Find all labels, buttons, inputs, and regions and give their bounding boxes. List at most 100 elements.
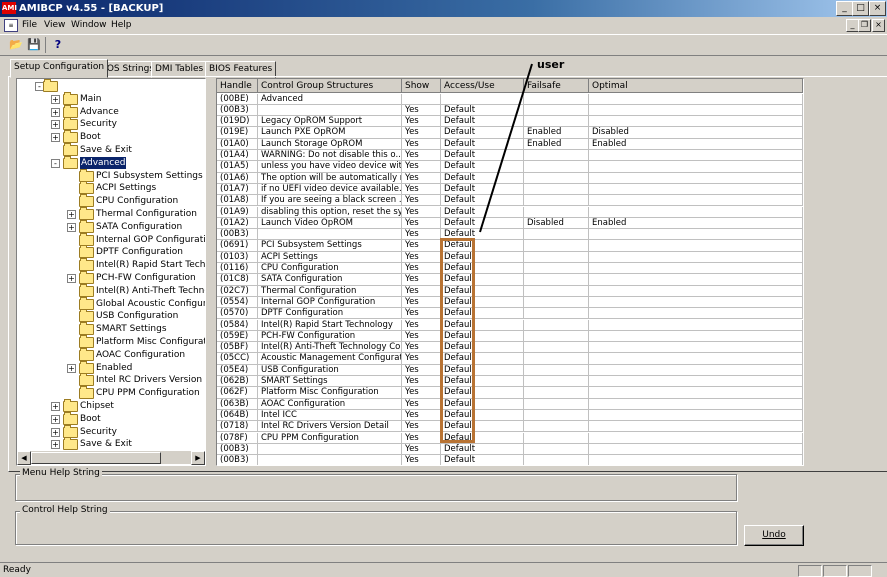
table-cell[interactable]: Yes [402,364,441,376]
table-cell[interactable] [524,455,589,465]
table-cell[interactable] [524,376,589,388]
tree-item[interactable]: CPU Configuration [17,194,205,208]
table-cell[interactable] [589,229,803,241]
table-row[interactable]: (0584) Intel(R) Rapid Start Technology Yes… [217,319,803,331]
menu-tree[interactable]: - + Main + Advance + Security + Boot Save & Exit -… [16,78,206,466]
table-row[interactable]: (0570) DPTF Configuration Yes Default [217,308,803,320]
tree-item[interactable]: Platform Misc Configuration [17,335,205,349]
table-cell[interactable] [589,161,803,173]
expand-icon[interactable]: + [51,94,60,104]
table-row[interactable]: (078F) CPU PPM Configuration Yes Default [217,432,803,444]
minimize-icon[interactable]: _ [836,1,853,16]
mdi-close-icon[interactable]: × [872,19,885,32]
table-cell[interactable]: Yes [402,330,441,343]
table-cell[interactable]: Yes [402,296,441,309]
table-cell[interactable]: Yes [402,308,441,320]
help-question-icon[interactable]: ? [50,37,66,53]
column-header[interactable]: Show [402,79,441,93]
table-row[interactable]: (05E4) USB Configuration Yes Default [217,364,803,376]
table-cell[interactable]: Disabled [589,127,803,139]
document-icon[interactable]: ≡ [4,19,18,32]
tree-item[interactable]: + Main [17,91,205,106]
tree-item[interactable]: + Security [17,117,205,131]
table-cell[interactable] [524,319,589,331]
expand-icon[interactable]: + [51,414,60,424]
table-cell[interactable] [589,421,803,433]
table-cell[interactable]: Enabled [589,138,803,150]
table-cell[interactable] [524,398,589,410]
table-cell[interactable] [524,421,589,433]
table-cell[interactable]: Yes [402,421,441,433]
table-row[interactable]: (0116) CPU Configuration Yes Default [217,263,803,275]
table-row[interactable]: (02C7) Thermal Configuration Yes Default [217,285,803,297]
table-row[interactable]: (0718) Intel RC Drivers Version Detail Yes… [217,421,803,433]
table-cell[interactable] [589,455,803,465]
tree-item[interactable]: Intel RC Drivers Version Detail [17,373,205,387]
table-cell[interactable]: Yes [402,127,441,139]
tree-item[interactable]: Intel(R) Rapid Start Technology [17,258,205,272]
tree-item[interactable]: + Security [17,424,205,439]
table-cell[interactable] [589,274,803,286]
table-cell[interactable] [589,330,803,343]
table-cell[interactable] [524,330,589,343]
tree-item[interactable]: + Chipset [17,399,205,413]
table-cell[interactable]: Default [441,443,524,456]
save-disk-icon[interactable]: 💾 [26,37,42,53]
table-cell[interactable] [524,387,589,399]
tree-item[interactable]: Internal GOP Configuration [17,232,205,247]
table-cell[interactable]: Yes [402,432,441,444]
table-cell[interactable]: Yes [402,229,441,241]
table-row[interactable]: (05BF) Intel(R) Anti-Theft Technology Co.… [217,342,803,354]
expand-icon[interactable]: + [51,402,60,411]
table-cell[interactable]: Yes [402,206,441,218]
table-cell[interactable] [589,116,803,128]
table-cell[interactable] [524,364,589,376]
table-cell[interactable]: Default [441,455,524,465]
table-cell[interactable] [524,353,589,365]
table-cell[interactable]: Yes [402,376,441,388]
table-cell[interactable]: Yes [402,240,441,252]
table-cell[interactable] [589,376,803,388]
table-cell[interactable]: Yes [402,455,441,465]
table-cell[interactable] [524,251,589,263]
expand-icon[interactable]: + [51,440,60,450]
scroll-left-icon[interactable]: ◀ [17,451,31,465]
table-row[interactable]: (064B) Intel ICC Yes Default [217,409,803,422]
table-cell[interactable]: Yes [402,274,441,286]
table-cell[interactable]: Yes [402,443,441,456]
table-cell[interactable]: Yes [402,195,441,207]
collapse-icon[interactable]: - [51,158,60,168]
tree-item[interactable]: + Enabled [17,360,205,375]
table-cell[interactable]: Yes [402,353,441,365]
maximize-icon[interactable]: □ [852,1,869,16]
column-header[interactable]: Control Group Structures [258,79,402,93]
table-cell[interactable] [589,443,803,456]
table-cell[interactable]: Yes [402,172,441,184]
scroll-thumb[interactable] [31,452,161,464]
table-cell[interactable] [524,274,589,286]
table-cell[interactable]: Yes [402,116,441,128]
table-cell[interactable] [589,364,803,376]
table-cell[interactable] [589,432,803,444]
table-cell[interactable]: Yes [402,342,441,354]
table-row[interactable]: (0691) PCI Subsystem Settings Yes Default [217,240,803,252]
table-row[interactable]: (062B) SMART Settings Yes Default [217,376,803,388]
title-bar[interactable]: AMI AMIBCP v4.55 - [BACKUP] _ □ × [0,0,887,17]
tree-item[interactable]: ACPI Settings [17,181,205,195]
menu-file[interactable]: File [22,19,37,31]
mdi-restore-icon[interactable]: ❐ [858,19,871,32]
expand-icon[interactable]: + [67,210,76,219]
table-cell[interactable] [589,409,803,422]
table-row[interactable]: (0554) Internal GOP Configuration Yes Defau… [217,296,803,309]
tree-horizontal-scrollbar[interactable]: ◀ ▶ [17,451,205,465]
table-cell[interactable] [589,308,803,320]
tree-item[interactable]: + Thermal Configuration [17,207,205,221]
tree-item[interactable]: + Save & Exit [17,437,205,451]
expand-icon[interactable]: + [51,120,60,130]
column-header[interactable]: Handle [217,79,258,93]
scroll-right-icon[interactable]: ▶ [191,451,205,465]
table-cell[interactable]: Yes [402,104,441,117]
menu-help[interactable]: Help [111,19,132,31]
table-cell[interactable] [589,104,803,117]
tree-item[interactable]: Intel(R) Anti-Theft Technology Co [17,283,205,298]
